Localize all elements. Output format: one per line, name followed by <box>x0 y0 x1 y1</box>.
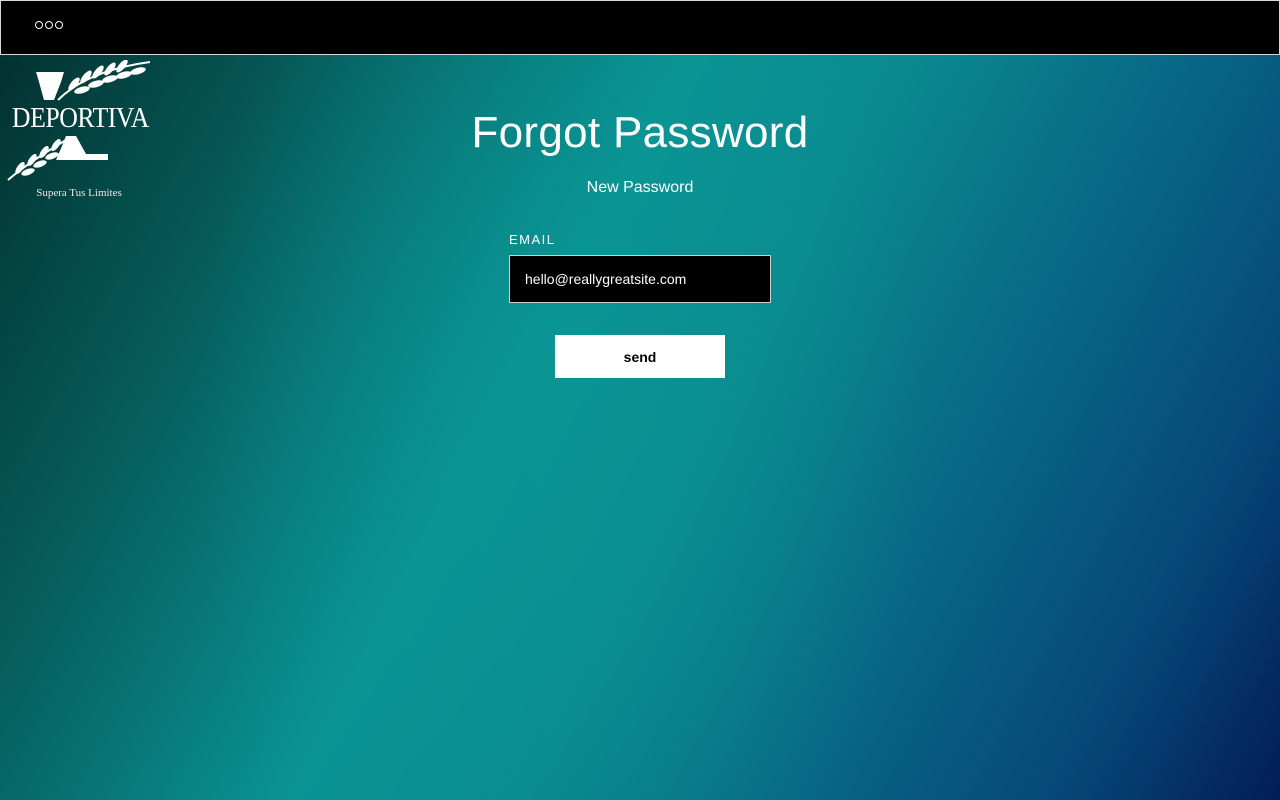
dot-icon <box>55 21 63 29</box>
dot-icon <box>45 21 53 29</box>
page-title: Forgot Password <box>471 108 809 157</box>
more-dots-icon[interactable] <box>35 21 63 29</box>
email-label: EMAIL <box>509 232 556 247</box>
dot-icon <box>35 21 43 29</box>
email-field[interactable] <box>509 255 771 303</box>
page-subtitle: New Password <box>586 179 694 196</box>
send-button[interactable]: send <box>555 335 725 378</box>
top-bar <box>0 0 1280 55</box>
